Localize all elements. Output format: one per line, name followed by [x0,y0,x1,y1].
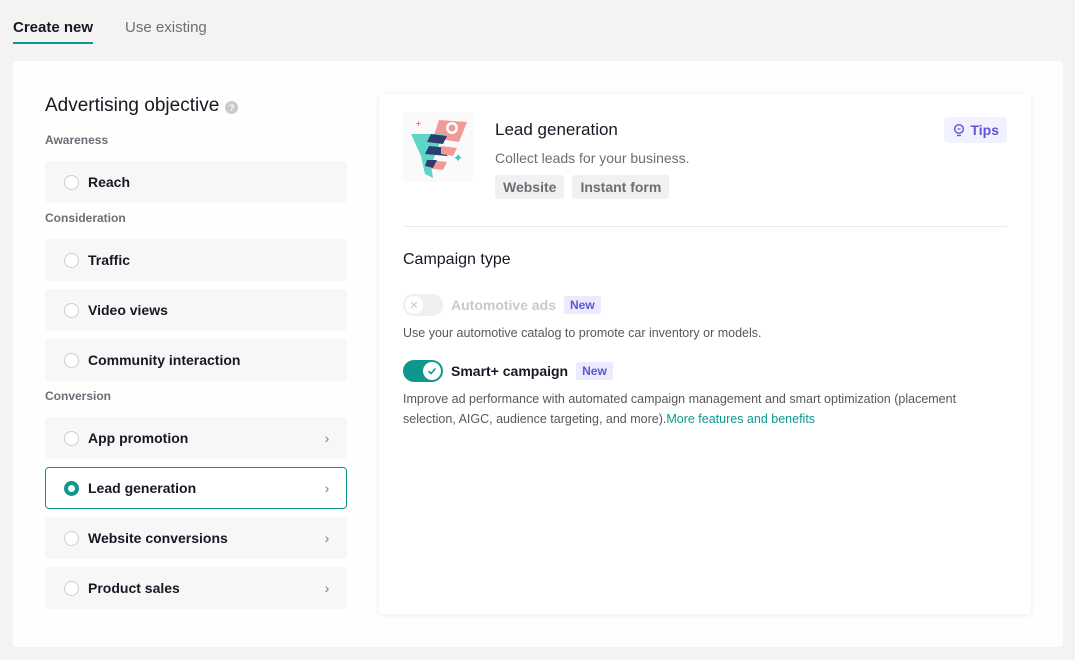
divider [403,226,1007,227]
radio-button[interactable] [64,174,79,190]
campaign-type-smart-plus: Smart+ campaign New Improve ad performan… [403,359,983,429]
option-label: Community interaction [88,352,241,368]
option-community-interaction[interactable]: Community interaction [45,339,347,381]
option-label: Website conversions [88,530,228,546]
campaign-type-description: Use your automotive catalog to promote c… [403,326,762,340]
tab-create-new[interactable]: Create new [13,0,94,45]
radio-button[interactable] [64,352,79,368]
option-lead-generation[interactable]: Lead generation › [45,467,347,509]
objective-detail-card: + ✦ Lead generation Collect leads for yo… [379,94,1031,614]
campaign-type-label: Smart+ campaign [451,363,569,379]
option-label: Video views [88,302,168,318]
option-label: Lead generation [88,480,197,496]
main-panel: Advertising objective ? Awareness Reach … [13,61,1063,647]
option-website-conversions[interactable]: Website conversions › [45,517,347,559]
objective-detail-description: Collect leads for your business. [495,150,690,166]
new-badge: New [564,296,601,314]
option-reach[interactable]: Reach [45,161,347,203]
chevron-right-icon: › [324,530,330,546]
chevron-right-icon: › [324,430,330,446]
campaign-type-title: Campaign type [403,251,511,268]
group-label-consideration: Consideration [45,211,126,225]
lead-generation-illustration-icon: + ✦ [403,112,473,182]
chevron-right-icon: › [324,580,330,596]
radio-button[interactable] [64,530,79,546]
campaign-type-automotive-ads: ✕ Automotive ads New Use your automotive… [403,293,983,343]
radio-button[interactable] [64,580,79,596]
automotive-ads-toggle[interactable]: ✕ [403,294,443,316]
option-traffic[interactable]: Traffic [45,239,347,281]
option-label: Product sales [88,580,180,596]
tab-use-existing[interactable]: Use existing [125,0,207,45]
radio-button-checked[interactable] [64,480,79,496]
option-product-sales[interactable]: Product sales › [45,567,347,609]
check-icon [423,362,441,380]
objective-title: Advertising objective [45,95,220,116]
option-label: Traffic [88,252,131,268]
new-badge: New [576,362,613,380]
option-label: Reach [88,174,131,190]
radio-button[interactable] [64,430,79,446]
more-features-link[interactable]: More features and benefits [666,412,815,426]
option-app-promotion[interactable]: App promotion › [45,417,347,459]
radio-button[interactable] [64,252,79,268]
group-label-conversion: Conversion [45,389,112,403]
smart-plus-toggle[interactable] [403,360,443,382]
tips-button[interactable]: Tips [944,117,1007,143]
question-circle-icon[interactable]: ? [225,101,239,114]
tips-label: Tips [970,122,999,138]
campaign-type-description: Improve ad performance with automated ca… [403,389,983,429]
objective-detail-title: Lead generation [495,120,618,139]
svg-text:✦: ✦ [453,151,463,165]
close-icon: ✕ [405,296,423,314]
tag-instant-form: Instant form [572,175,670,199]
tag-website: Website [495,175,565,199]
objective-section: Advertising objective ? Awareness Reach … [45,93,347,617]
option-video-views[interactable]: Video views [45,289,347,331]
option-label: App promotion [88,430,189,446]
lightbulb-icon [954,123,965,137]
group-label-awareness: Awareness [45,133,109,147]
tab-bar: Create new Use existing [13,0,239,46]
radio-button[interactable] [64,302,79,318]
chevron-right-icon: › [324,480,330,496]
svg-text:+: + [415,119,422,128]
campaign-type-label: Automotive ads [451,297,557,313]
